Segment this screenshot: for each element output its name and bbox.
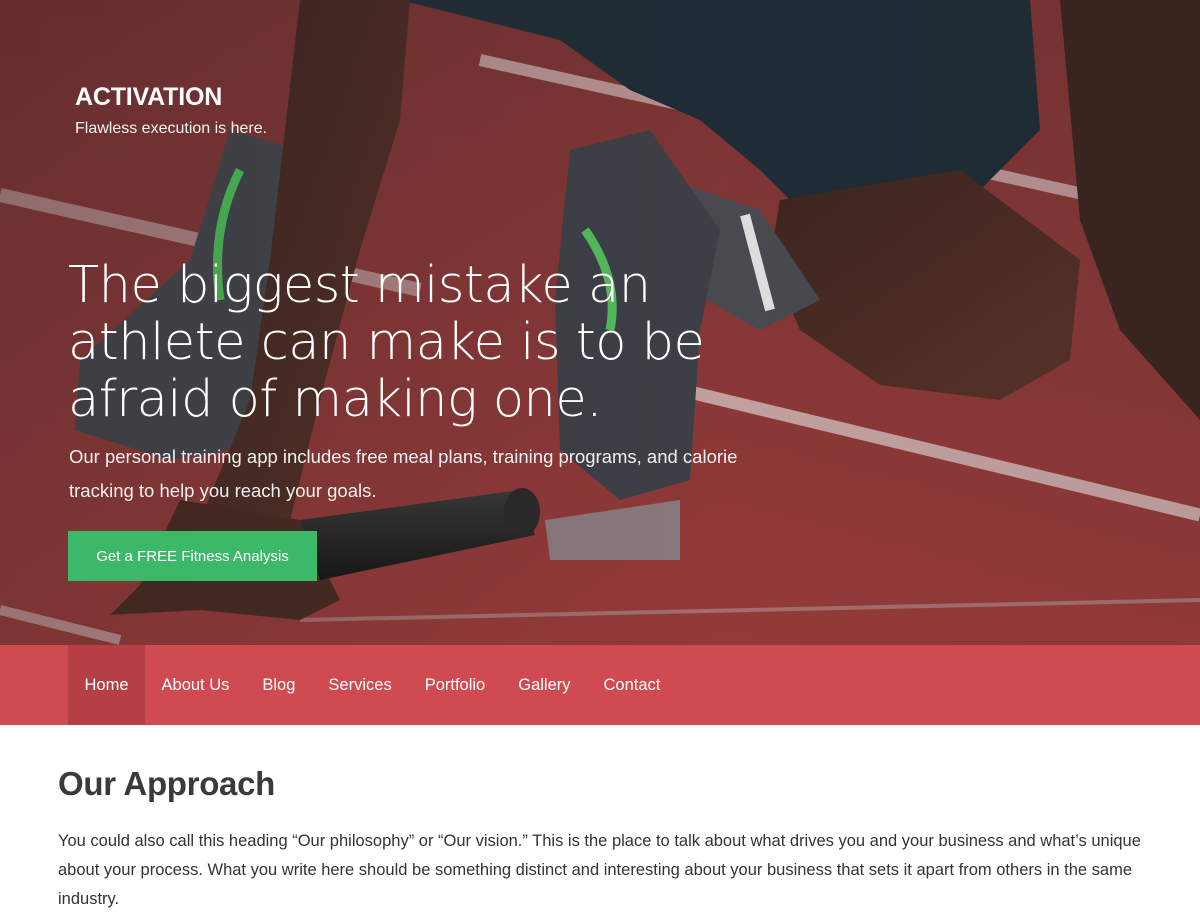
nav-item-gallery[interactable]: Gallery [502,645,587,725]
site-title[interactable]: ACTIVATION [75,83,222,112]
hero-subtext: Our personal training app includes free … [69,446,738,501]
nav-item-contact[interactable]: Contact [587,645,677,725]
nav-item-blog[interactable]: Blog [246,645,312,725]
free-fitness-analysis-button[interactable]: Get a FREE Fitness Analysis [68,531,317,581]
nav-item-home[interactable]: Home [68,645,146,725]
nav-item-about-us[interactable]: About Us [145,645,246,725]
nav-item-portfolio[interactable]: Portfolio [408,645,502,725]
hero-headline: The biggest mistake an athlete can make … [68,256,705,429]
section-title: Our Approach [58,765,276,802]
hero-section: ACTIVATION Flawless execution is here. T… [0,0,1200,645]
approach-section: Our Approach You could also call this he… [58,765,1148,914]
site-tagline: Flawless execution is here. [75,120,268,137]
nav-item-services[interactable]: Services [312,645,408,725]
section-body-text: You could also call this heading “Our ph… [58,832,1141,908]
main-navigation: Home About Us Blog Services Portfolio Ga… [0,645,1200,725]
